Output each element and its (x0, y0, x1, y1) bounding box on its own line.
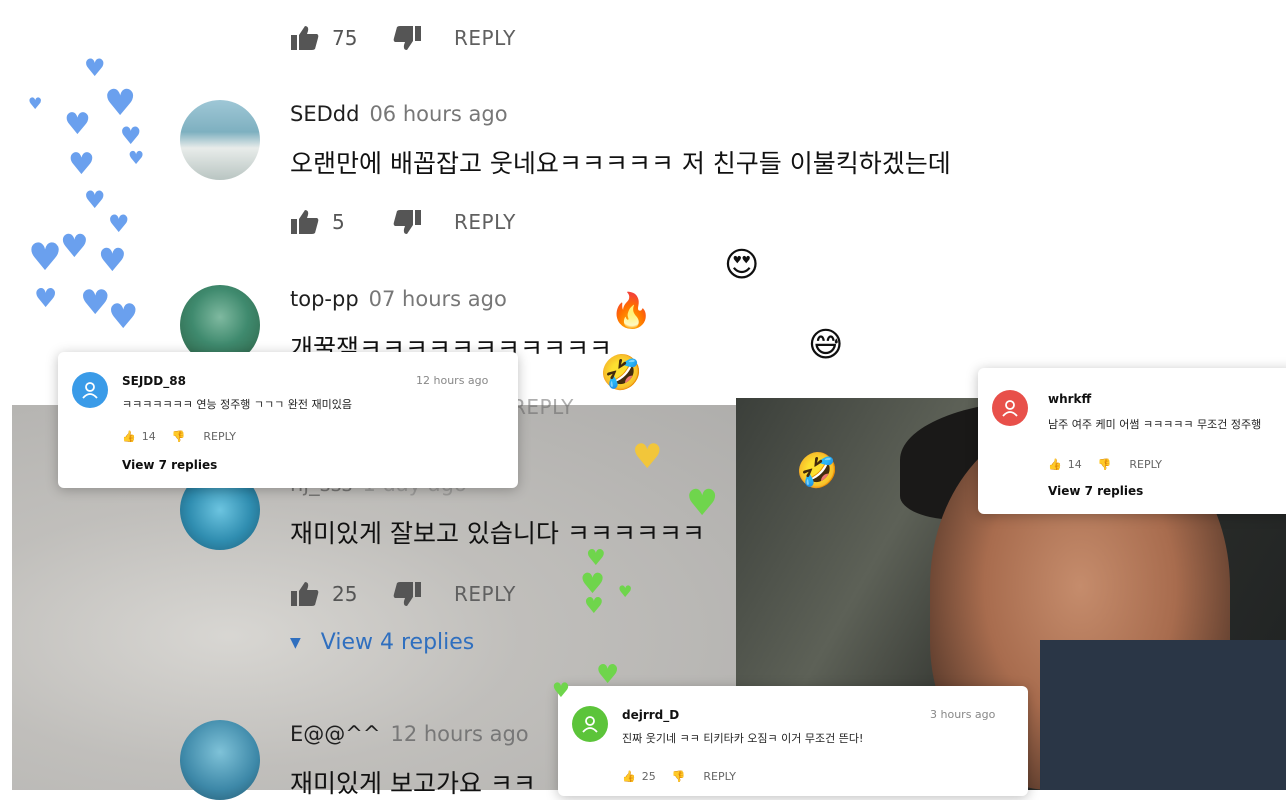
comment-time[interactable]: 3 hours ago (930, 708, 995, 721)
heart-icon: ♥ (128, 148, 145, 169)
reply-button[interactable]: REPLY (454, 582, 516, 606)
like-count: 5 (332, 210, 345, 234)
thumb-up-icon[interactable] (290, 209, 320, 235)
thumb-down-icon[interactable] (392, 209, 422, 235)
heart-icon: ♥ (64, 107, 91, 142)
reply-button[interactable]: REPLY (454, 210, 516, 234)
comment-time[interactable]: 12 hours ago (390, 722, 528, 746)
laughing-emoji-icon: 🤣 (600, 353, 643, 393)
person-icon (82, 382, 98, 399)
comment-actions: 👍 14 👎 REPLY (122, 430, 236, 443)
thumb-down-icon[interactable]: 👎 (172, 430, 186, 443)
reply-button[interactable]: REPLY (203, 430, 236, 443)
thumb-up-icon[interactable]: 👍 (122, 430, 136, 443)
heart-icon: ♥ (584, 594, 604, 619)
heart-icon: ♥ (108, 297, 139, 337)
like-count: 14 (141, 430, 156, 443)
sweat-laugh-emoji-icon: 😅 (808, 325, 844, 365)
comment-time[interactable]: 07 hours ago (369, 287, 507, 311)
comment-actions: 👍 14 👎 REPLY (1048, 458, 1162, 471)
thumb-up-icon[interactable]: 👍 (1048, 458, 1062, 471)
person-icon (1002, 400, 1018, 417)
yellow-heart-icon: ♥ (632, 437, 663, 477)
popup-comment-card: whrkff 남주 여주 케미 어썸 ㅋㅋㅋㅋㅋ 무조건 정주행 👍 14 👎 … (978, 368, 1286, 514)
avatar[interactable] (572, 706, 608, 742)
chevron-down-icon: ▼ (290, 634, 301, 651)
comment-author[interactable]: dejrrd_D (622, 708, 679, 722)
reply-button[interactable]: REPLY (1129, 458, 1162, 471)
heart-icon: ♥ (84, 54, 106, 82)
reply-button[interactable]: REPLY (703, 770, 736, 783)
comment-time[interactable]: 06 hours ago (369, 102, 507, 126)
view-replies-button[interactable]: ▼ View 4 replies (290, 630, 474, 655)
heart-icon: ♥ (552, 678, 570, 702)
comment-text: 재미있게 보고가요 ㅋㅋ (290, 769, 536, 798)
comment-text: 진짜 웃기네 ㅋㅋ 티키타카 오짐ㅋ 이거 무조건 뜬다! (622, 732, 864, 745)
heart-icon: ♥ (80, 283, 111, 323)
heart-icon: ♥ (618, 582, 633, 601)
comment-author[interactable]: SEDdd (290, 102, 359, 126)
comment-actions: 👍 25 👎 REPLY (622, 770, 736, 783)
popup-comment-card: SEJDD_88 12 hours ago ㅋㅋㅋㅋㅋㅋㅋ 연능 정주행 ㄱㄱㄱ… (58, 352, 518, 488)
person-icon (582, 716, 598, 733)
thumb-down-icon[interactable] (392, 581, 422, 607)
heart-icon: ♥ (28, 94, 43, 113)
reply-button[interactable]: REPLY (512, 395, 574, 419)
heart-icon: ♥ (68, 147, 95, 182)
fire-emoji-icon: 🔥 (610, 291, 653, 331)
thumb-down-icon[interactable]: 👎 (1098, 458, 1112, 471)
view-replies-label: View 4 replies (320, 630, 475, 655)
heart-icon: ♥ (98, 241, 127, 279)
thumb-down-icon[interactable]: 👎 (672, 770, 686, 783)
reply-button[interactable]: REPLY (454, 26, 516, 50)
thumb-up-icon[interactable]: 👍 (622, 770, 636, 783)
popup-comment-card: dejrrd_D 3 hours ago 진짜 웃기네 ㅋㅋ 티키타카 오짐ㅋ … (558, 686, 1028, 796)
comment-item: hj_sss1 day ago 재미있게 잘보고 있습니다 ㅋㅋㅋㅋㅋㅋ 25 … (180, 470, 1080, 670)
like-count: 25 (332, 582, 358, 606)
heart-eyes-emoji-icon: 😍 (724, 245, 760, 285)
laughing-emoji-icon: 🤣 (796, 451, 839, 491)
thumb-down-icon[interactable] (392, 25, 422, 51)
like-count: 14 (1067, 458, 1082, 471)
heart-icon: ♥ (108, 210, 130, 238)
avatar[interactable] (180, 100, 260, 180)
comment-text: 재미있게 잘보고 있습니다 ㅋㅋㅋㅋㅋㅋ (290, 519, 705, 548)
view-replies-button[interactable]: View 7 replies (122, 458, 217, 472)
heart-icon: ♥ (686, 483, 719, 524)
comment-actions: 5 REPLY (290, 202, 516, 242)
view-replies-button[interactable]: View 7 replies (1048, 484, 1143, 498)
comment-text: ㅋㅋㅋㅋㅋㅋㅋ 연능 정주행 ㄱㄱㄱ 완전 재미있음 (122, 398, 353, 411)
comment-author[interactable]: SEJDD_88 (122, 374, 186, 388)
comment-item: SEDdd 06 hours ago 오랜만에 배꼽잡고 웃네요ㅋㅋㅋㅋㅋ 저 친… (180, 100, 1080, 250)
heart-icon: ♥ (120, 122, 142, 150)
thumb-up-icon[interactable] (290, 25, 320, 51)
like-count: 25 (641, 770, 656, 783)
avatar[interactable] (180, 720, 260, 800)
heart-icon: ♥ (60, 227, 89, 265)
comment-text: 남주 여주 케미 어썸 ㅋㅋㅋㅋㅋ 무조건 정주행 (1048, 418, 1262, 431)
avatar[interactable] (992, 390, 1028, 426)
comment-actions: 25 REPLY (290, 574, 516, 614)
heart-icon: ♥ (104, 83, 137, 124)
heart-icon: ♥ (34, 284, 58, 314)
comment-author[interactable]: E@@^^ (290, 722, 380, 746)
heart-icon: ♥ (596, 660, 620, 690)
comment-text: 오랜만에 배꼽잡고 웃네요ㅋㅋㅋㅋㅋ 저 친구들 이불킥하겠는데 (290, 149, 951, 178)
heart-icon: ♥ (84, 186, 106, 214)
like-count: 75 (332, 26, 358, 50)
thumb-up-icon[interactable] (290, 581, 320, 607)
avatar[interactable] (72, 372, 108, 408)
comment-author[interactable]: whrkff (1048, 392, 1091, 406)
comment-time[interactable]: 12 hours ago (416, 374, 488, 387)
heart-icon: ♥ (28, 235, 63, 279)
comment-actions-top: 75 REPLY (290, 18, 516, 58)
comment-author[interactable]: top-pp (290, 287, 359, 311)
